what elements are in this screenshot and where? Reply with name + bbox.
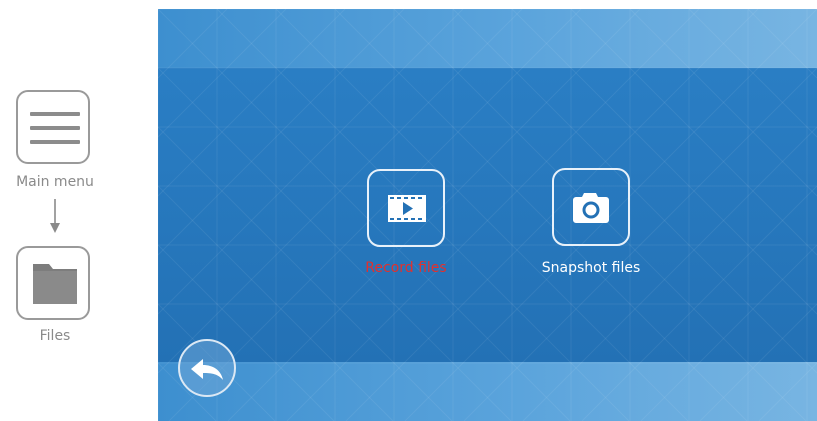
device-screen: Record files Snapshot files <box>158 9 817 421</box>
main-menu-tile <box>16 90 90 164</box>
record-files-button[interactable] <box>367 169 445 247</box>
files-tile <box>16 246 90 320</box>
stage: Main menu Files Record files Snapshot fi… <box>0 0 817 421</box>
down-arrow-icon <box>50 199 60 233</box>
video-film-play-icon <box>388 195 426 222</box>
snapshot-files-button[interactable] <box>552 168 630 246</box>
folder-icon <box>33 264 77 304</box>
main-menu-label: Main menu <box>16 174 94 190</box>
main-panel <box>158 68 817 362</box>
snapshot-files-label[interactable]: Snapshot files <box>511 259 671 277</box>
record-files-label[interactable]: Record files <box>326 259 486 277</box>
camera-icon <box>573 193 609 223</box>
bottom-band <box>158 362 817 421</box>
top-band <box>158 9 817 68</box>
back-button[interactable] <box>178 339 236 397</box>
files-label: Files <box>39 328 71 344</box>
hamburger-menu-icon <box>30 112 80 144</box>
back-arrow-icon <box>191 359 223 380</box>
